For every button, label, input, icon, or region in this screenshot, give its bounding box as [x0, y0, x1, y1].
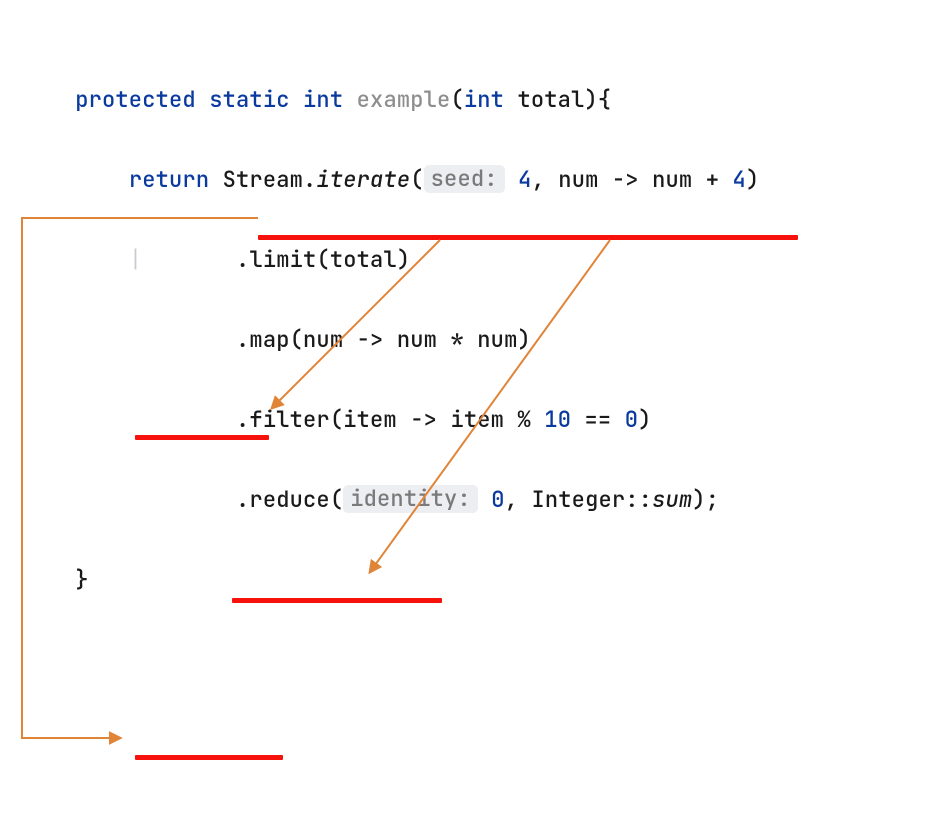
line-1: protected static int example(int total){	[35, 80, 759, 120]
blank-1	[35, 640, 759, 680]
code-block: protected static int example(int total){…	[35, 0, 759, 814]
line-3: | .limit(total)	[35, 240, 759, 280]
line-2: return Stream.iterate(seed: 4, num -> nu…	[35, 160, 759, 200]
underline-sum-decl	[135, 435, 269, 440]
underline-reduce	[258, 235, 798, 240]
underline-return	[135, 755, 283, 760]
inlay-hint-identity: identity:	[343, 485, 478, 513]
line-6: .reduce(identity: 0, Integer::sum);	[35, 480, 759, 520]
line-5: .filter(item -> item % 10 == 0)	[35, 400, 759, 440]
line-4: .map(num -> num * num)	[35, 320, 759, 360]
line-7: }	[35, 560, 759, 600]
code-comparison-figure: { "tokens":{ "protected":"protected","st…	[0, 0, 936, 814]
inlay-hint-seed: seed:	[424, 165, 505, 193]
underline-sum-accum	[232, 598, 442, 603]
blank-2	[35, 720, 759, 760]
